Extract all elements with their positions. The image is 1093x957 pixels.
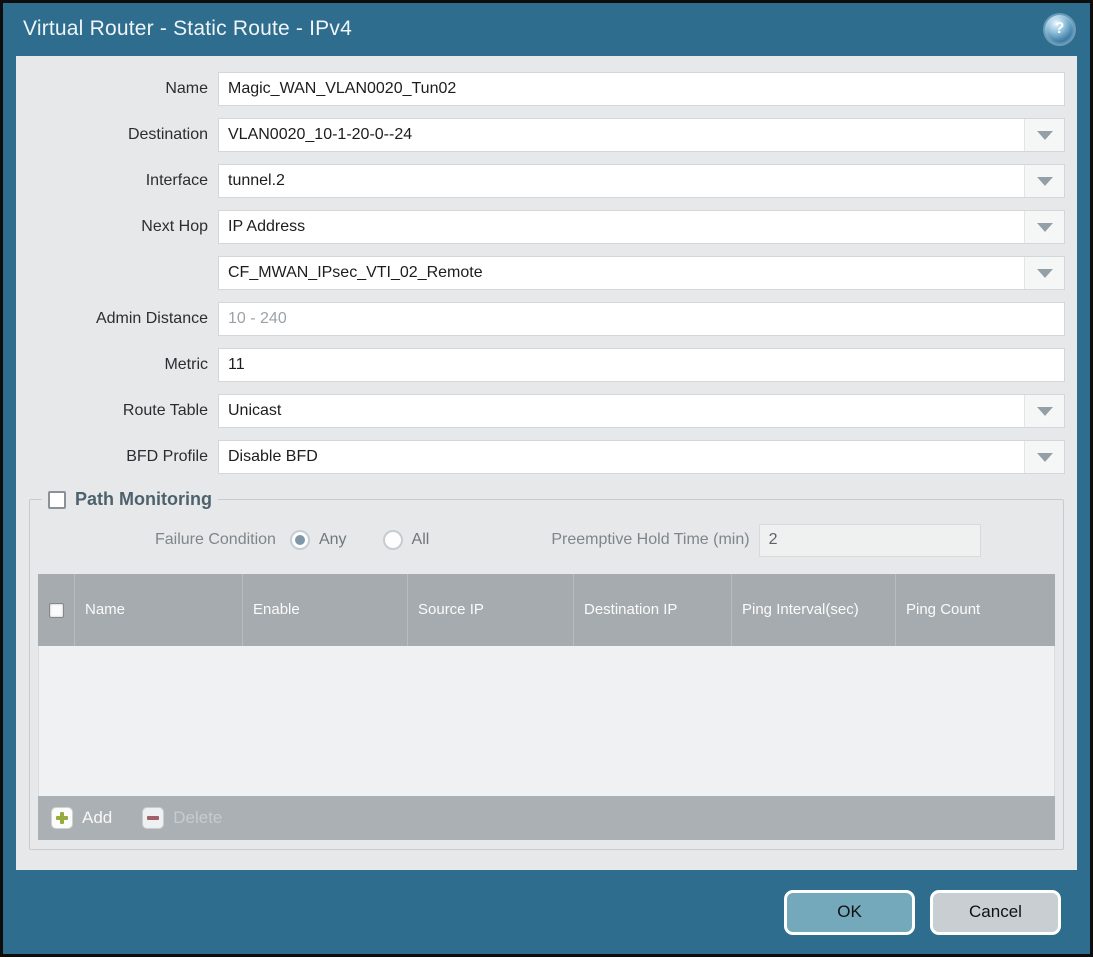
chevron-down-icon bbox=[1037, 131, 1053, 140]
column-header-ping-interval[interactable]: Ping Interval(sec) bbox=[732, 574, 896, 646]
add-plus-icon bbox=[51, 807, 73, 829]
chevron-down-icon bbox=[1037, 223, 1053, 232]
interface-dropdown-button[interactable] bbox=[1024, 165, 1064, 197]
form-row-name: Name bbox=[28, 72, 1065, 106]
path-monitoring-section: Path Monitoring Failure Condition Any Al… bbox=[29, 489, 1064, 850]
chevron-down-icon bbox=[1037, 269, 1053, 278]
name-input[interactable] bbox=[219, 73, 1064, 105]
metric-input[interactable] bbox=[219, 349, 1064, 381]
destination-dropdown[interactable]: VLAN0020_10-1-20-0--24 bbox=[218, 118, 1065, 152]
column-header-destination-ip[interactable]: Destination IP bbox=[574, 574, 732, 646]
metric-input-wrap bbox=[218, 348, 1065, 382]
add-button-label: Add bbox=[82, 808, 112, 828]
preemptive-hold-time-label: Preemptive Hold Time (min) bbox=[551, 531, 749, 549]
name-input-wrap bbox=[218, 72, 1065, 106]
destination-label: Destination bbox=[28, 126, 208, 144]
bfd-profile-label: BFD Profile bbox=[28, 448, 208, 466]
form-row-metric: Metric bbox=[28, 348, 1065, 382]
failure-condition-any-radio[interactable] bbox=[290, 530, 310, 550]
failure-condition-label: Failure Condition bbox=[155, 531, 276, 549]
failure-condition-row: Failure Condition Any All Preemptive Hol… bbox=[37, 522, 1056, 558]
bfd-profile-value: Disable BFD bbox=[219, 441, 1024, 473]
path-monitoring-table: Name Enable Source IP Destination IP Pin… bbox=[38, 574, 1055, 840]
dialog-title: Virtual Router - Static Route - IPv4 bbox=[23, 17, 352, 41]
failure-condition-any-label: Any bbox=[319, 531, 347, 549]
path-monitoring-checkbox[interactable] bbox=[48, 491, 66, 509]
destination-dropdown-button[interactable] bbox=[1024, 119, 1064, 151]
route-table-dropdown-button[interactable] bbox=[1024, 395, 1064, 427]
form-row-bfd-profile: BFD Profile Disable BFD bbox=[28, 440, 1065, 474]
next-hop-label: Next Hop bbox=[28, 218, 208, 236]
next-hop-address-dropdown[interactable]: CF_MWAN_IPsec_VTI_02_Remote bbox=[218, 256, 1065, 290]
form-row-next-hop-address: CF_MWAN_IPsec_VTI_02_Remote bbox=[28, 256, 1065, 290]
chevron-down-icon bbox=[1037, 453, 1053, 462]
path-monitoring-legend: Path Monitoring bbox=[42, 489, 218, 510]
destination-value: VLAN0020_10-1-20-0--24 bbox=[219, 119, 1024, 151]
table-toolbar: Add Delete bbox=[38, 796, 1055, 840]
preemptive-hold-time-input[interactable] bbox=[759, 524, 981, 557]
interface-dropdown[interactable]: tunnel.2 bbox=[218, 164, 1065, 198]
form-row-next-hop: Next Hop IP Address bbox=[28, 210, 1065, 244]
column-header-name[interactable]: Name bbox=[75, 574, 243, 646]
next-hop-address-dropdown-button[interactable] bbox=[1024, 257, 1064, 289]
form-row-interface: Interface tunnel.2 bbox=[28, 164, 1065, 198]
admin-distance-label: Admin Distance bbox=[28, 310, 208, 328]
delete-button-label: Delete bbox=[173, 808, 222, 828]
next-hop-type-dropdown-button[interactable] bbox=[1024, 211, 1064, 243]
form-row-route-table: Route Table Unicast bbox=[28, 394, 1065, 428]
next-hop-address-value: CF_MWAN_IPsec_VTI_02_Remote bbox=[219, 257, 1024, 289]
table-header-checkbox-cell bbox=[38, 574, 75, 646]
failure-condition-all-radio[interactable] bbox=[383, 530, 403, 550]
chevron-down-icon bbox=[1037, 407, 1053, 416]
column-header-enable[interactable]: Enable bbox=[243, 574, 408, 646]
table-body-empty bbox=[38, 646, 1055, 796]
route-table-dropdown[interactable]: Unicast bbox=[218, 394, 1065, 428]
interface-value: tunnel.2 bbox=[219, 165, 1024, 197]
static-route-dialog: Virtual Router - Static Route - IPv4 ? N… bbox=[0, 0, 1093, 957]
route-table-label: Route Table bbox=[28, 402, 208, 420]
dialog-title-bar: Virtual Router - Static Route - IPv4 ? bbox=[3, 3, 1090, 55]
delete-button[interactable]: Delete bbox=[142, 807, 222, 829]
table-header: Name Enable Source IP Destination IP Pin… bbox=[38, 574, 1055, 646]
bfd-profile-dropdown[interactable]: Disable BFD bbox=[218, 440, 1065, 474]
form-row-admin-distance: Admin Distance bbox=[28, 302, 1065, 336]
column-header-ping-count[interactable]: Ping Count bbox=[896, 574, 1055, 646]
chevron-down-icon bbox=[1037, 177, 1053, 186]
name-label: Name bbox=[28, 80, 208, 98]
admin-distance-input-wrap bbox=[218, 302, 1065, 336]
ok-button[interactable]: OK bbox=[784, 890, 915, 935]
metric-label: Metric bbox=[28, 356, 208, 374]
dialog-footer: OK Cancel bbox=[3, 870, 1090, 954]
delete-minus-icon bbox=[142, 807, 164, 829]
failure-condition-all-label: All bbox=[412, 531, 430, 549]
next-hop-type-dropdown[interactable]: IP Address bbox=[218, 210, 1065, 244]
admin-distance-input[interactable] bbox=[219, 303, 1064, 335]
add-button[interactable]: Add bbox=[51, 807, 112, 829]
next-hop-type-value: IP Address bbox=[219, 211, 1024, 243]
route-table-value: Unicast bbox=[219, 395, 1024, 427]
help-icon[interactable]: ? bbox=[1045, 15, 1074, 44]
interface-label: Interface bbox=[28, 172, 208, 190]
dialog-content: Name Destination VLAN0020_10-1-20-0--24 … bbox=[16, 56, 1077, 870]
bfd-profile-dropdown-button[interactable] bbox=[1024, 441, 1064, 473]
form-row-destination: Destination VLAN0020_10-1-20-0--24 bbox=[28, 118, 1065, 152]
path-monitoring-title: Path Monitoring bbox=[75, 489, 212, 510]
cancel-button[interactable]: Cancel bbox=[930, 890, 1061, 935]
column-header-source-ip[interactable]: Source IP bbox=[408, 574, 574, 646]
select-all-checkbox[interactable] bbox=[49, 603, 64, 618]
